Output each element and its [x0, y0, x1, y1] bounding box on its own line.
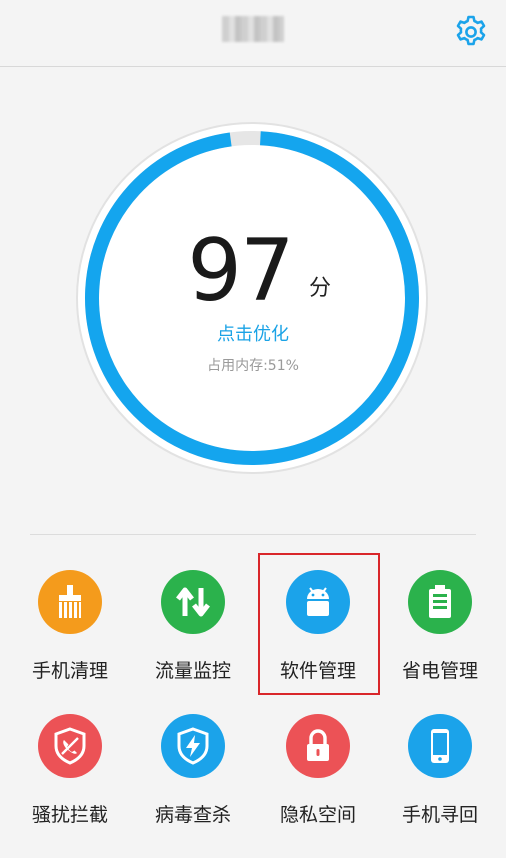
tool-icon-circle — [38, 714, 102, 778]
tool-virus-scan[interactable]: 病毒查杀 — [131, 714, 255, 827]
top-bar: ▒▒▒▒ — [0, 0, 506, 67]
tool-label: 隐私空间 — [279, 804, 356, 826]
shield-lightning-icon — [177, 727, 209, 765]
tool-label: 流量监控 — [154, 660, 231, 682]
broom-icon — [59, 585, 81, 618]
tool-label: 手机清理 — [31, 660, 108, 682]
tool-power-saving[interactable]: 省电管理 — [378, 570, 502, 683]
blocked-call-icon — [54, 727, 86, 765]
tool-label: 省电管理 — [401, 660, 478, 682]
tool-icon-circle — [408, 570, 472, 634]
selection-highlight-box — [258, 553, 380, 695]
tool-icon-circle — [161, 714, 225, 778]
tool-label: 骚扰拦截 — [31, 804, 108, 826]
tool-icon-circle — [408, 714, 472, 778]
tool-harassment-block[interactable]: 骚扰拦截 — [8, 714, 132, 827]
tool-label: 病毒查杀 — [154, 804, 231, 826]
score-value: 97 — [187, 221, 294, 321]
tool-phone-cleanup[interactable]: 手机清理 — [8, 570, 132, 683]
tool-label: 手机寻回 — [401, 804, 478, 826]
tool-icon-circle — [286, 714, 350, 778]
tool-icon-circle — [161, 570, 225, 634]
lock-icon — [307, 729, 329, 761]
memory-usage-text: 占用内存:51% — [207, 358, 299, 374]
gear-icon — [456, 15, 486, 46]
optimize-button[interactable]: 点击优化 — [0, 320, 506, 346]
tool-icon-circle — [38, 570, 102, 634]
up-down-arrows-icon — [176, 587, 210, 617]
tool-find-phone[interactable]: 手机寻回 — [378, 714, 502, 827]
phone-icon — [431, 729, 449, 763]
tool-traffic-monitor[interactable]: 流量监控 — [131, 570, 255, 683]
app-title-blurred: ▒▒▒▒ — [222, 16, 284, 42]
score-unit: 分 — [309, 276, 332, 301]
settings-button[interactable] — [452, 13, 490, 51]
tool-private-space[interactable]: 隐私空间 — [256, 714, 380, 827]
battery-icon — [429, 585, 451, 618]
divider — [30, 534, 476, 535]
